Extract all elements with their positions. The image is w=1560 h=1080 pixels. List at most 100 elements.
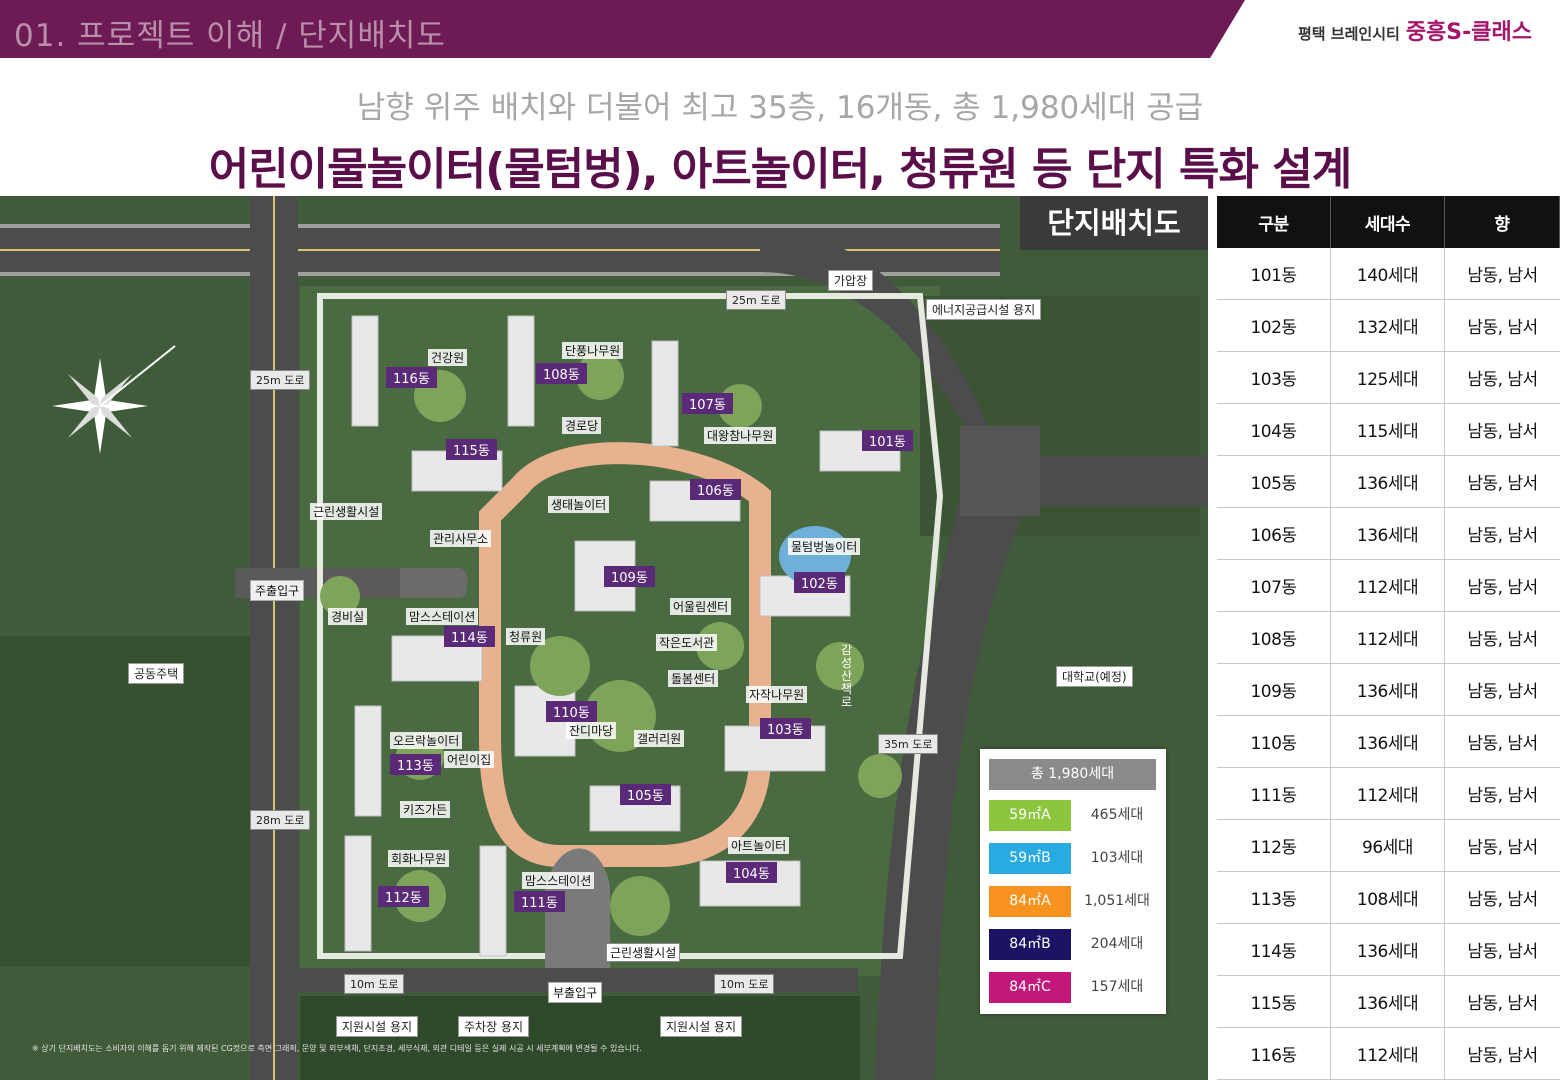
table-cell-orientation: 남동, 남서 [1467,474,1538,494]
table-cell-orientation: 남동, 남서 [1467,682,1538,702]
facility-management-office: 관리사무소 [430,530,492,547]
building-label-107: 107동 [682,393,733,414]
table-row: 102동 132세대 남동, 남서 [1217,300,1560,352]
table-cell-orientation: 남동, 남서 [1467,734,1538,754]
facility-lawn-yard: 잔디마당 [566,722,617,739]
brand-subtitle: 평택 브레인시티 [1297,25,1400,43]
table-cell-households: 125세대 [1331,352,1445,403]
table-cell-orientation: 남동, 남서 [1467,942,1538,962]
facility-care-center: 돌봄센터 [668,670,719,687]
facility-art-playground: 아트놀이터 [728,837,790,854]
facility-eco-playground: 생태놀이터 [548,496,610,513]
legend-row: 84㎡C 157세대 [989,972,1159,1003]
facility-health-garden: 건강원 [428,349,468,366]
building-label-103: 103동 [760,718,811,739]
table-header-households: 세대수 [1331,196,1445,248]
table-row: 108동 112세대 남동, 남서 [1217,612,1560,664]
site-plan-map: 단지배치도 25m 도로 25m 도로 28m 도로 35m 도로 10m 도로… [0,196,1208,1080]
table-row: 111동 112세대 남동, 남서 [1217,768,1560,820]
table-row: 109동 136세대 남동, 남서 [1217,664,1560,716]
table-cell-households: 140세대 [1331,248,1445,299]
table-row: 106동 136세대 남동, 남서 [1217,508,1560,560]
legend-count-84a: 1,051세대 [1084,893,1150,909]
map-disclaimer: ※ 상기 단지배치도는 소비자의 이해를 돕기 위해 제작된 CG컷으로 측면 … [32,1044,642,1053]
table-header-row: 구분 세대수 향 [1217,196,1560,248]
table-cell-orientation: 남동, 남서 [1467,630,1538,650]
table-cell-building: 111동 [1217,768,1331,819]
area-label-parking-site: 주차장 용지 [458,1016,530,1037]
table-cell-orientation: 남동, 남서 [1467,266,1538,286]
section-title: 01. 프로젝트 이해 / 단지배치도 [14,18,446,54]
sub-entrance-label: 부출입구 [548,982,603,1003]
facility-oak-garden: 대왕참나무원 [704,427,777,444]
table-cell-orientation: 남동, 남서 [1467,1046,1538,1066]
facility-kids-garden: 키즈가든 [400,801,451,818]
legend-row: 59㎡A 465세대 [989,800,1159,831]
table-header-building: 구분 [1217,196,1331,248]
table-cell-orientation: 남동, 남서 [1467,578,1538,598]
legend-row: 84㎡A 1,051세대 [989,886,1159,917]
table-header-orientation: 향 [1445,196,1560,248]
table-row: 104동 115세대 남동, 남서 [1217,404,1560,456]
area-label-university: 대학교(예정) [1056,666,1133,687]
table-cell-orientation: 남동, 남서 [1467,422,1538,442]
table-row: 101동 140세대 남동, 남서 [1217,248,1560,300]
legend-count-59b: 103세대 [1090,850,1144,866]
building-label-113: 113동 [390,754,441,775]
table-cell-orientation: 남동, 남서 [1467,890,1538,910]
table-cell-households: 132세대 [1331,300,1445,351]
area-label-energy-site: 에너지공급시설 용지 [926,299,1042,320]
building-label-112: 112동 [378,886,429,907]
legend-row: 59㎡B 103세대 [989,843,1159,874]
brand-logo: 평택 브레인시티 중흥S-클래스 [1298,14,1532,46]
table-row: 107동 112세대 남동, 남서 [1217,560,1560,612]
area-label-pressure-station: 가압장 [828,270,874,291]
facility-daycare: 어린이집 [444,751,495,768]
table-cell-building: 110동 [1217,716,1331,767]
road-label-25m-top: 25m 도로 [726,290,787,310]
legend-type-59a: 59㎡A [989,800,1071,831]
facility-moms-station-2: 맘스스테이션 [522,872,595,889]
page-subtitle: 남향 위주 배치와 더불어 최고 35층, 16개동, 총 1,980세대 공급 [356,90,1204,126]
table-cell-building: 109동 [1217,664,1331,715]
road-label-28m-left: 28m 도로 [250,810,311,830]
table-cell-building: 104동 [1217,404,1331,455]
table-body: 101동 140세대 남동, 남서 102동 132세대 남동, 남서 103동 125세대 남… [1217,248,1560,1080]
building-label-105: 105동 [620,784,671,805]
table-cell-building: 112동 [1217,820,1331,871]
table-cell-building: 108동 [1217,612,1331,663]
table-cell-households: 96세대 [1331,820,1445,871]
building-label-102: 102동 [794,572,845,593]
walkway-label: 감성산책로 [841,643,853,709]
guardhouse-label: 경비실 [328,608,368,625]
table-cell-building: 116동 [1217,1028,1331,1079]
table-cell-households: 136세대 [1331,976,1445,1027]
table-cell-households: 136세대 [1331,456,1445,507]
legend-count-84c: 157세대 [1090,979,1144,995]
facility-water-playground: 물텀벙놀이터 [788,538,861,555]
building-label-109: 109동 [604,566,655,587]
header-bar: 01. 프로젝트 이해 / 단지배치도 평택 브레인시티 중흥S-클래스 [0,0,1560,58]
table-cell-households: 115세대 [1331,404,1445,455]
facility-community-center: 어울림센터 [670,598,732,615]
legend-title: 총 1,980세대 [989,759,1156,790]
table-cell-building: 113동 [1217,872,1331,923]
main-entrance-label: 주출입구 [250,580,305,601]
legend-count-59a: 465세대 [1090,807,1144,823]
legend-row: 84㎡B 204세대 [989,929,1159,960]
table-cell-households: 136세대 [1331,508,1445,559]
table-cell-building: 103동 [1217,352,1331,403]
area-label-apartment: 공동주택 [128,663,185,684]
table-cell-households: 112세대 [1331,560,1445,611]
table-cell-households: 112세대 [1331,612,1445,663]
table-row: 113동 108세대 남동, 남서 [1217,872,1560,924]
table-cell-households: 108세대 [1331,872,1445,923]
facility-gallery-garden: 갤러리원 [634,730,685,747]
table-cell-orientation: 남동, 남서 [1467,994,1538,1014]
table-row: 115동 136세대 남동, 남서 [1217,976,1560,1028]
table-cell-building: 106동 [1217,508,1331,559]
table-cell-orientation: 남동, 남서 [1467,318,1538,338]
building-label-106: 106동 [690,479,741,500]
building-label-104: 104동 [726,862,777,883]
page-headline: 어린이물놀이터(물텀벙), 아트놀이터, 청류원 등 단지 특화 설계 [208,144,1353,195]
